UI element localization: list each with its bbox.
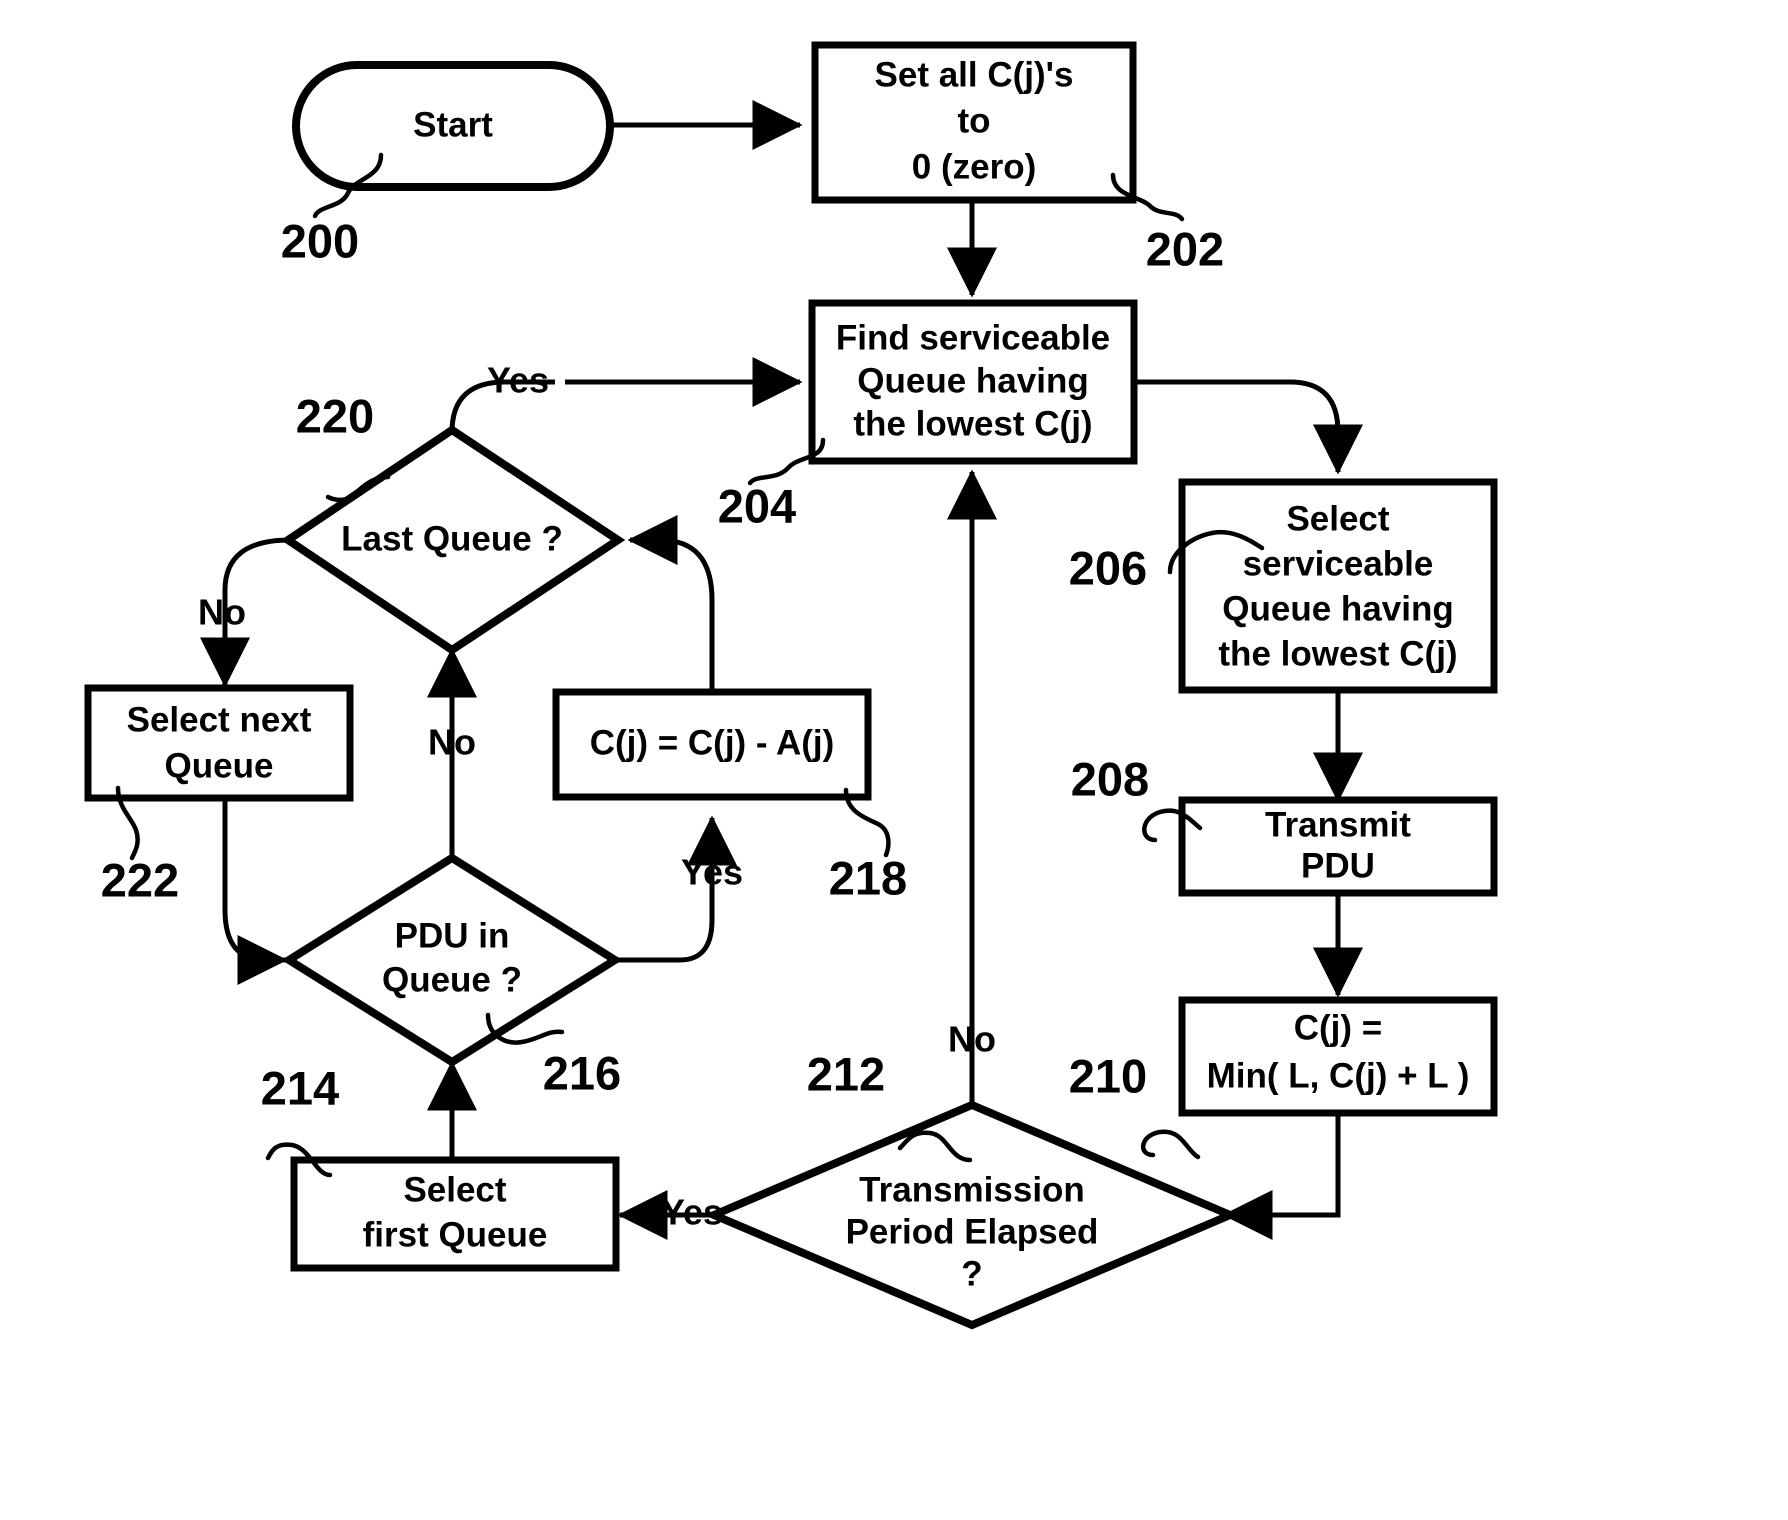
node-transmit-line2: PDU [1301, 846, 1375, 885]
edge-find-to-select-serviceable [1132, 379, 1363, 475]
node-select-first-line2: first Queue [363, 1215, 548, 1254]
ref-number-218: 218 [829, 851, 907, 904]
flowchart-canvas: Start 200 Set all C(j)'s to 0 (zero) 202… [84, 41, 1498, 1330]
ref-number-220: 220 [296, 389, 374, 442]
ref-number-204: 204 [718, 479, 796, 532]
node-start[interactable]: Start [292, 61, 614, 191]
node-pdu-in-queue[interactable]: PDU in Queue ? [281, 853, 623, 1067]
ref-leader-222: 222 [101, 785, 179, 906]
node-select-serviceable-line1: Select [1286, 499, 1389, 538]
node-pdu-line1: PDU in [395, 916, 510, 955]
ref-number-200: 200 [281, 214, 359, 267]
node-select-next-line1: Select next [127, 700, 312, 739]
node-transmit[interactable]: Transmit PDU [1178, 796, 1498, 897]
node-select-next-line2: Queue [165, 746, 274, 785]
node-pdu-line2: Queue ? [382, 960, 522, 999]
ref-number-210: 210 [1069, 1049, 1147, 1102]
node-transmission-period[interactable]: Transmission Period Elapsed ? [703, 1100, 1241, 1330]
node-select-serviceable-line3: Queue having [1222, 589, 1453, 628]
ref-number-202: 202 [1146, 222, 1224, 275]
node-init[interactable]: Set all C(j)'s to 0 (zero) [811, 41, 1137, 204]
node-transmit-line1: Transmit [1265, 805, 1411, 844]
node-init-line3: 0 (zero) [912, 147, 1036, 186]
node-select-first[interactable]: Select first Queue [290, 1156, 620, 1272]
node-init-line1: Set all C(j)'s [875, 55, 1074, 94]
edge-label-pdu-no: No [428, 722, 476, 763]
node-transmission-line2: Period Elapsed [846, 1212, 1099, 1251]
svg-text:No: No [428, 722, 476, 763]
edge-label-last-queue-no: No [198, 592, 246, 633]
node-find-serviceable[interactable]: Find serviceable Queue having the lowest… [808, 299, 1138, 465]
ref-leader-204: 204 [718, 437, 826, 532]
node-transmission-line1: Transmission [859, 1170, 1085, 1209]
node-select-serviceable-line4: the lowest C(j) [1218, 634, 1457, 673]
node-decrement-line1: C(j) = C(j) - A(j) [590, 723, 835, 762]
edge-decrement-to-last-queue [627, 515, 715, 692]
svg-text:Yes: Yes [487, 360, 549, 401]
node-find-line1: Find serviceable [836, 318, 1110, 357]
ref-number-208: 208 [1071, 752, 1149, 805]
ref-number-206: 206 [1069, 541, 1147, 594]
node-select-next[interactable]: Select next Queue [84, 684, 354, 802]
node-find-line3: the lowest C(j) [853, 404, 1092, 443]
ref-number-214: 214 [261, 1061, 339, 1114]
edge-label-transmission-yes: Yes [661, 1192, 723, 1233]
ref-number-212: 212 [807, 1047, 885, 1100]
node-update-cj-line1: C(j) = [1294, 1008, 1382, 1047]
node-select-serviceable[interactable]: Select serviceable Queue having the lowe… [1178, 478, 1498, 694]
ref-number-216: 216 [543, 1046, 621, 1099]
node-last-queue[interactable]: Last Queue ? [280, 425, 626, 655]
svg-text:Yes: Yes [661, 1192, 723, 1233]
ref-number-222: 222 [101, 853, 179, 906]
svg-text:No: No [198, 592, 246, 633]
node-start-label: Start [413, 105, 493, 144]
node-select-serviceable-line2: serviceable [1243, 544, 1434, 583]
node-update-cj[interactable]: C(j) = Min( L, C(j) + L ) [1178, 996, 1498, 1117]
node-find-line2: Queue having [857, 361, 1088, 400]
flowchart-page: Start 200 Set all C(j)'s to 0 (zero) 202… [0, 0, 1788, 1520]
edge-label-last-queue-yes: Yes [487, 360, 549, 401]
node-init-line2: to [957, 101, 990, 140]
edge-select-next-to-pdu [222, 798, 288, 985]
ref-leader-218: 218 [829, 787, 907, 904]
node-select-first-line1: Select [403, 1170, 506, 1209]
node-decrement-cj[interactable]: C(j) = C(j) - A(j) [552, 688, 872, 801]
node-transmission-line3: ? [961, 1254, 982, 1293]
edge-update-to-transmission-period [1222, 1113, 1341, 1240]
node-last-queue-line1: Last Queue ? [341, 519, 563, 558]
edge-label-pdu-yes: Yes [681, 852, 743, 893]
svg-text:Yes: Yes [681, 852, 743, 893]
node-update-cj-line2: Min( L, C(j) + L ) [1207, 1056, 1470, 1095]
edge-label-transmission-no: No [948, 1019, 996, 1060]
svg-text:No: No [948, 1019, 996, 1060]
